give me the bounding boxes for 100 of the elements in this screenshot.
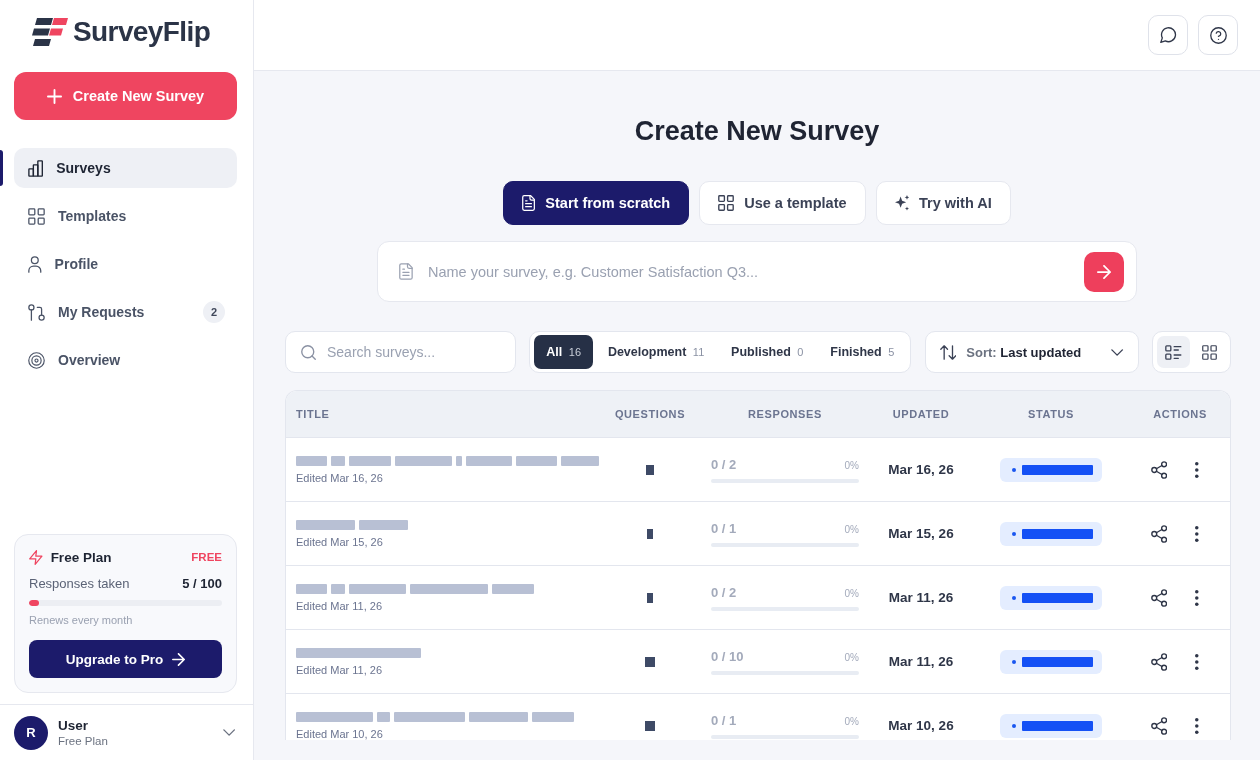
filter-tab[interactable]: Published 0 xyxy=(719,335,816,369)
edited-date: Edited Mar 11, 26 xyxy=(296,599,382,612)
column-header: QUESTIONS xyxy=(614,408,686,420)
redacted-status xyxy=(1022,464,1093,475)
sparkle-icon xyxy=(894,195,909,211)
filter-tab[interactable]: Finished 5 xyxy=(818,335,907,369)
column-header: STATUS xyxy=(1028,408,1074,420)
submit-button[interactable] xyxy=(1084,252,1124,292)
response-count: 0 / 2 xyxy=(711,584,737,600)
response-count: 0 / 10 xyxy=(711,648,744,664)
response-percent: 0% xyxy=(844,715,859,727)
search-icon xyxy=(301,345,316,360)
chevron-down-icon xyxy=(1111,348,1124,356)
column-header: RESPONSES xyxy=(748,408,822,420)
share-icon xyxy=(1150,652,1168,671)
column-header: TITLE xyxy=(296,408,330,420)
share-icon xyxy=(1150,524,1168,543)
more-vertical-icon xyxy=(1195,589,1199,606)
branch-icon xyxy=(28,303,45,321)
grid-icon xyxy=(1201,344,1217,360)
redacted-status xyxy=(1022,528,1093,539)
sort-arrows-icon xyxy=(939,344,957,360)
edited-date: Edited Mar 15, 26 xyxy=(296,535,383,548)
survey-name-input[interactable]: Name your survey, e.g. Customer Satisfaction Q3... xyxy=(377,241,1137,302)
sidebar-item[interactable]: Profile xyxy=(14,244,237,284)
create-survey-button[interactable]: Create New Survey xyxy=(14,72,237,120)
list-icon xyxy=(1165,344,1183,360)
document-icon xyxy=(399,263,413,280)
status-dot-icon xyxy=(1012,531,1016,536)
chat-bubble-icon xyxy=(1159,26,1177,44)
user-plan: Free Plan xyxy=(58,735,108,747)
plus-icon xyxy=(46,88,62,104)
sidebar-item[interactable]: Surveys xyxy=(14,148,237,188)
document-icon xyxy=(522,195,536,211)
share-icon xyxy=(1150,588,1168,607)
response-percent: 0% xyxy=(844,459,859,471)
status-dot-icon xyxy=(1012,723,1016,728)
column-header: ACTIONS xyxy=(1153,408,1207,420)
feedback-button[interactable] xyxy=(1148,15,1188,55)
active-indicator xyxy=(0,150,3,186)
response-count: 0 / 2 xyxy=(711,456,737,472)
plan-name: Free Plan xyxy=(50,549,113,565)
search-field[interactable]: Search surveys... xyxy=(285,331,516,373)
edited-date: Edited Mar 11, 26 xyxy=(296,663,382,676)
edited-date: Edited Mar 16, 26 xyxy=(296,471,383,484)
filter-tab[interactable]: Development 11 xyxy=(595,335,717,369)
list-view-button[interactable] xyxy=(1157,336,1191,368)
bar-chart-icon xyxy=(28,159,44,177)
updated-date: Mar 10, 26 xyxy=(888,718,954,733)
column-header: UPDATED xyxy=(892,408,950,420)
target-icon xyxy=(28,351,45,369)
mode-tab[interactable]: Start from scratch xyxy=(503,181,690,225)
share-icon xyxy=(1150,716,1168,735)
mode-tab[interactable]: Use a template xyxy=(699,181,866,225)
page-heading: Create New Survey xyxy=(634,115,880,148)
sort-dropdown[interactable]: Sort: Last updated xyxy=(924,331,1139,373)
lightning-icon xyxy=(29,549,43,565)
person-icon xyxy=(28,255,42,273)
logo-wordmark: SurveyFlip xyxy=(73,17,211,47)
sidebar-item[interactable]: My Requests 2 xyxy=(14,292,237,332)
status-dot-icon xyxy=(1012,467,1016,472)
renewal-note: Renews every month xyxy=(29,614,133,626)
updated-date: Mar 11, 26 xyxy=(888,590,954,605)
usage-label: Responses taken xyxy=(29,576,130,591)
edited-date: Edited Mar 10, 26 xyxy=(296,727,383,740)
help-icon xyxy=(1209,26,1227,44)
updated-date: Mar 15, 26 xyxy=(888,526,954,541)
redacted-status xyxy=(1022,592,1093,603)
help-button[interactable] xyxy=(1198,15,1238,55)
usage-count: 5 / 100 xyxy=(182,576,222,591)
redacted-status xyxy=(1022,656,1093,667)
more-vertical-icon xyxy=(1195,461,1199,478)
filter-tab[interactable]: All 16 xyxy=(534,335,594,369)
more-vertical-icon xyxy=(1195,717,1199,734)
response-count: 0 / 1 xyxy=(711,712,737,728)
status-dot-icon xyxy=(1012,659,1016,664)
arrow-right-icon xyxy=(172,652,186,666)
sidebar-item[interactable]: Overview xyxy=(14,340,237,380)
arrow-right-icon xyxy=(1097,265,1111,279)
logo-icon xyxy=(32,18,68,46)
response-percent: 0% xyxy=(844,523,859,535)
user-name: User xyxy=(58,718,89,733)
grid-icon xyxy=(28,207,45,225)
response-percent: 0% xyxy=(844,587,859,599)
response-percent: 0% xyxy=(844,651,859,663)
chevron-down-icon[interactable] xyxy=(222,729,235,736)
count-badge: 2 xyxy=(203,301,225,323)
upgrade-button[interactable]: Upgrade to Pro xyxy=(29,640,222,678)
response-count: 0 / 1 xyxy=(711,520,737,536)
plan-tier-label: FREE xyxy=(191,551,222,563)
user-avatar: R xyxy=(14,715,48,750)
updated-date: Mar 11, 26 xyxy=(888,654,954,669)
updated-date: Mar 16, 26 xyxy=(888,462,954,477)
redacted-status xyxy=(1022,720,1093,731)
grid-icon xyxy=(718,195,735,211)
sidebar-item[interactable]: Templates xyxy=(14,196,237,236)
mode-tab[interactable]: Try with AI xyxy=(875,181,1011,225)
more-vertical-icon xyxy=(1195,653,1199,670)
status-dot-icon xyxy=(1012,595,1016,600)
more-vertical-icon xyxy=(1195,525,1199,542)
